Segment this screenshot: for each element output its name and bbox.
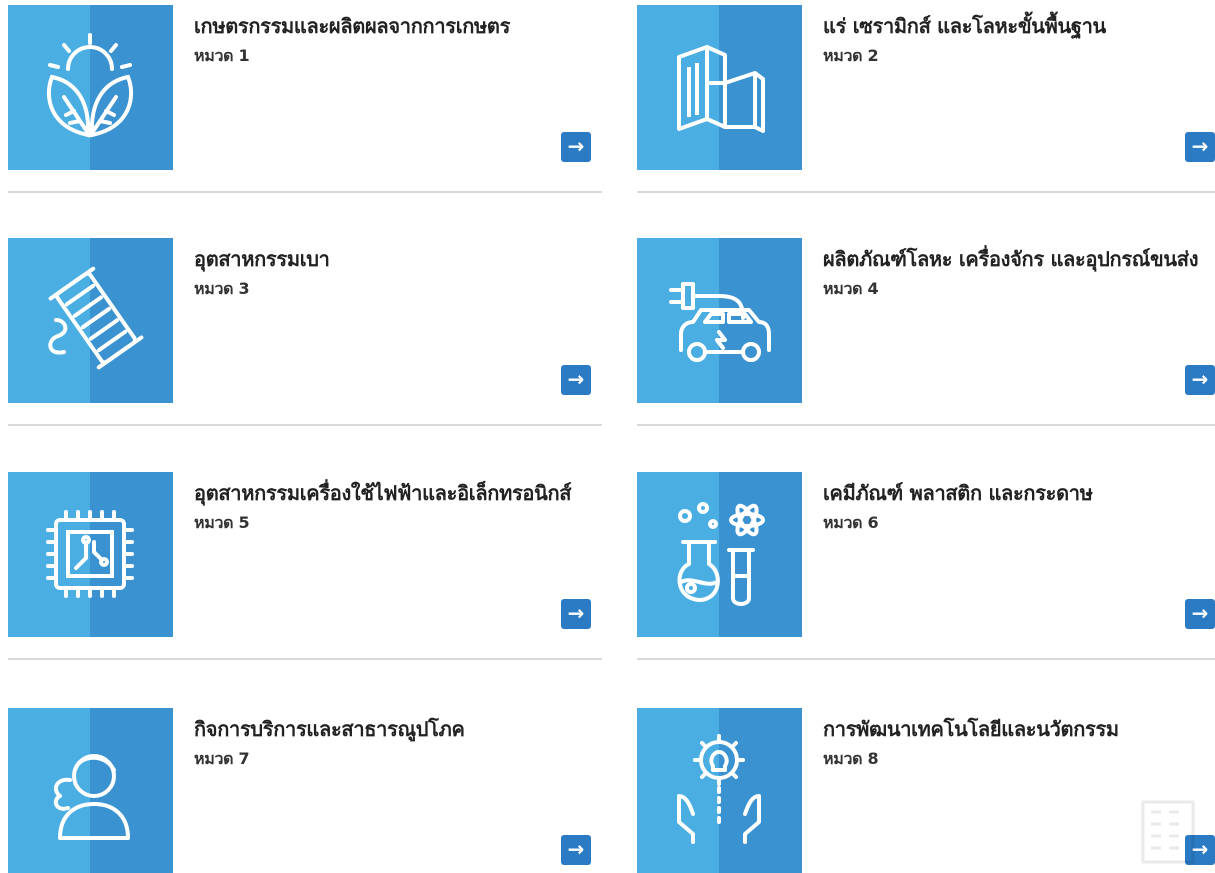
category-title: แร่ เซรามิกส์ และโลหะขั้นพื้นฐาน xyxy=(823,14,1106,38)
category-title: ผลิตภัณฑ์โลหะ เครื่องจักร และอุปกรณ์ขนส่… xyxy=(823,247,1199,271)
category-number: หมวด 7 xyxy=(194,749,250,768)
category-title: อุตสาหกรรมเบา xyxy=(194,247,330,271)
category-number: หมวด 3 xyxy=(194,279,250,298)
category-number: หมวด 4 xyxy=(823,279,879,298)
go-arrow-button[interactable]: → xyxy=(561,835,591,865)
go-arrow-button[interactable]: → xyxy=(1185,599,1215,629)
service-person-icon xyxy=(53,754,130,840)
chemistry-flask-icon xyxy=(677,502,765,606)
divider xyxy=(8,424,602,426)
divider xyxy=(637,191,1215,193)
category-title: เกษตรกรรมและผลิตผลจากการเกษตร xyxy=(194,14,511,38)
category-title: อุตสาหกรรมเครื่องใช้ไฟฟ้าและอิเล็กทรอนิก… xyxy=(194,481,572,505)
divider xyxy=(637,658,1215,660)
category-icon-box[interactable] xyxy=(8,5,173,170)
electric-car-icon xyxy=(669,282,771,362)
go-arrow-button[interactable]: → xyxy=(561,132,591,162)
category-icon-box[interactable] xyxy=(637,708,802,873)
steel-beam-icon xyxy=(677,45,765,133)
building-watermark-icon xyxy=(1141,800,1195,864)
category-title: กิจการบริการและสาธารณูปโภค xyxy=(194,717,465,741)
category-icon-box[interactable] xyxy=(637,238,802,403)
category-icon-box[interactable] xyxy=(637,5,802,170)
divider xyxy=(8,658,602,660)
category-icon-box[interactable] xyxy=(637,472,802,637)
category-number: หมวด 2 xyxy=(823,46,879,65)
thread-spool-icon xyxy=(48,266,144,370)
innovation-bulb-icon xyxy=(677,734,761,844)
go-arrow-button[interactable]: → xyxy=(561,365,591,395)
divider xyxy=(8,191,602,193)
go-arrow-button[interactable]: → xyxy=(1185,365,1215,395)
category-icon-box[interactable] xyxy=(8,238,173,403)
category-icon-box[interactable] xyxy=(8,472,173,637)
category-number: หมวด 6 xyxy=(823,513,879,532)
divider xyxy=(637,424,1215,426)
go-arrow-button[interactable]: → xyxy=(561,599,591,629)
leaves-sun-icon xyxy=(47,33,133,138)
category-number: หมวด 8 xyxy=(823,749,879,768)
category-number: หมวด 1 xyxy=(194,46,250,65)
category-number: หมวด 5 xyxy=(194,513,250,532)
category-title: การพัฒนาเทคโนโลยีและนวัตกรรม xyxy=(823,717,1119,741)
category-icon-box[interactable] xyxy=(8,708,173,873)
category-title: เคมีภัณฑ์ พลาสติก และกระดาษ xyxy=(823,481,1093,505)
microchip-icon xyxy=(46,510,134,598)
go-arrow-button[interactable]: → xyxy=(1185,132,1215,162)
